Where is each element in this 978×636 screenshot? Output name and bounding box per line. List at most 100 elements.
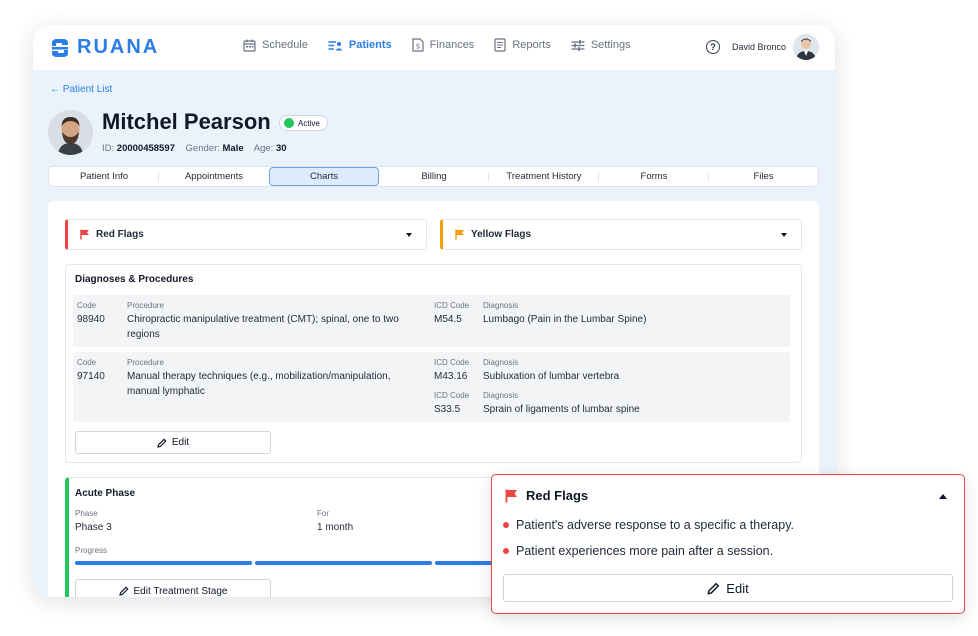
nav-patients[interactable]: Patients — [328, 39, 392, 52]
tab-files[interactable]: Files — [709, 167, 818, 186]
tab-treatment-history[interactable]: Treatment History — [489, 167, 599, 186]
yellow-flag-icon — [455, 229, 464, 240]
nav-settings[interactable]: Settings — [571, 39, 631, 52]
main-nav: Schedule Patients $ Finances Reports Set… — [243, 38, 651, 52]
sliders-icon — [571, 39, 585, 51]
icd-code: M54.5 — [434, 314, 462, 325]
procedure-text-line1: Manual therapy techniques (e.g., mobiliz… — [127, 371, 391, 382]
pencil-icon — [707, 582, 720, 595]
icd-code-label: ICD Code — [434, 301, 470, 310]
patient-age: 30 — [275, 143, 287, 154]
diagnosis-text: Subluxation of lumbar vertebra — [483, 371, 620, 382]
yellow-flags-dropdown[interactable]: Yellow Flags — [440, 219, 802, 250]
icd-code: S33.5 — [434, 404, 461, 415]
chevron-up-icon[interactable] — [939, 494, 947, 499]
procedure-label: Procedure — [127, 301, 164, 310]
diagnosis-label: Diagnosis — [483, 358, 519, 367]
patient-meta: ID: 20000458597 Gender: Male Age: 30 — [102, 143, 295, 154]
diagnosis-row: Code 97140 Procedure Manual therapy tech… — [73, 352, 790, 422]
pencil-icon — [118, 586, 129, 596]
red-flags-dropdown[interactable]: Red Flags — [65, 219, 427, 250]
report-icon — [494, 38, 506, 52]
edit-treatment-stage-label: Edit Treatment Stage — [133, 585, 228, 597]
nav-finances[interactable]: $ Finances — [412, 38, 475, 52]
procedure-text-line2: regions — [127, 329, 160, 340]
ruana-logo[interactable]: RUANA — [49, 36, 159, 59]
icd-code-label: ICD Code — [434, 358, 470, 367]
nav-settings-label: Settings — [590, 39, 631, 51]
calendar-icon — [243, 39, 256, 52]
edit-diagnoses-button[interactable]: Edit — [75, 431, 271, 454]
diagnoses-title: Diagnoses & Procedures — [75, 274, 194, 285]
list-item: Patient experiences more pain after a se… — [503, 544, 773, 558]
progress-segment — [255, 561, 432, 565]
edit-diagnoses-label: Edit — [171, 437, 190, 448]
procedure-text-line1: Chiropractic manipulative treatment (CMT… — [127, 314, 399, 325]
patient-id: 20000458597 — [116, 143, 175, 154]
patient-id-label: ID: — [102, 143, 115, 154]
red-flags-label: Red Flags — [96, 229, 144, 240]
diagnoses-procedures-card: Diagnoses & Procedures Code 98940 Proced… — [65, 264, 802, 463]
patient-gender-label: Gender: — [185, 143, 220, 154]
status-text: Active — [298, 118, 320, 128]
diagnosis-text: Lumbago (Pain in the Lumbar Spine) — [483, 314, 647, 325]
help-icon[interactable]: ? — [705, 40, 720, 54]
red-flag-icon — [80, 229, 89, 240]
pencil-icon — [157, 437, 167, 448]
bullet-icon — [503, 522, 509, 528]
bullet-icon — [503, 548, 509, 554]
tab-billing[interactable]: Billing — [379, 167, 489, 186]
chevron-down-icon — [781, 233, 787, 237]
diagnosis-row: Code 98940 Procedure Chiropractic manipu… — [73, 295, 790, 347]
nav-reports[interactable]: Reports — [494, 38, 551, 52]
top-navigation-bar: RUANA Schedule Patients $ Finances Repor… — [33, 25, 835, 70]
red-flag-text: Patient experiences more pain after a se… — [516, 544, 774, 558]
list-item: Patient's adverse response to a specific… — [503, 518, 794, 532]
patient-tabs: Patient Info Appointments Charts Billing… — [48, 166, 819, 187]
code-label: Code — [77, 301, 97, 310]
patients-list-icon — [328, 40, 343, 50]
nav-patients-label: Patients — [348, 39, 392, 51]
procedure-code: 97140 — [77, 371, 105, 382]
progress-label: Progress — [75, 546, 108, 555]
user-menu[interactable]: ? David Bronco — [705, 34, 819, 60]
duration-value: 1 month — [317, 522, 354, 533]
diagnosis-label: Diagnosis — [483, 301, 519, 310]
user-avatar-image — [793, 34, 819, 60]
svg-text:$: $ — [415, 43, 419, 51]
procedure-text-line2: manual lymphatic — [127, 386, 205, 397]
progress-segment — [75, 561, 252, 565]
ruana-logo-icon — [52, 38, 68, 57]
edit-red-flags-button[interactable]: Edit — [503, 574, 953, 602]
red-flags-popup-header[interactable]: Red Flags — [505, 488, 588, 503]
patient-list-back-link[interactable]: ← Patient List — [50, 84, 112, 95]
app-name: RUANA — [77, 36, 160, 58]
nav-schedule-label: Schedule — [262, 39, 308, 51]
duration-label: For — [317, 509, 329, 518]
finance-document-icon: $ — [412, 38, 424, 52]
icd-code-label: ICD Code — [434, 391, 470, 400]
user-avatar[interactable] — [793, 34, 819, 60]
patient-age-label: Age: — [253, 143, 274, 154]
tab-forms[interactable]: Forms — [599, 167, 709, 186]
icd-code: M43.16 — [434, 371, 468, 382]
phase-card-title: Acute Phase — [75, 488, 136, 499]
red-flags-popup-title: Red Flags — [526, 488, 589, 503]
tab-patient-info[interactable]: Patient Info — [49, 167, 159, 186]
nav-finances-label: Finances — [429, 39, 475, 51]
patient-photo — [48, 110, 93, 155]
tab-charts[interactable]: Charts — [269, 167, 379, 186]
procedure-code: 98940 — [77, 314, 105, 325]
red-flag-text: Patient's adverse response to a specific… — [516, 518, 795, 532]
chevron-down-icon — [406, 233, 412, 237]
procedure-label: Procedure — [127, 358, 164, 367]
patient-avatar — [48, 110, 93, 155]
edit-treatment-stage-button[interactable]: Edit Treatment Stage — [75, 579, 271, 597]
diagnosis-text: Sprain of ligaments of lumbar spine — [483, 404, 640, 415]
status-badge: Active — [279, 115, 328, 131]
yellow-flags-label: Yellow Flags — [471, 229, 532, 240]
diagnosis-label: Diagnosis — [483, 391, 519, 400]
tab-appointments[interactable]: Appointments — [159, 167, 269, 186]
phase-label: Phase — [75, 509, 98, 518]
nav-schedule[interactable]: Schedule — [243, 39, 308, 52]
